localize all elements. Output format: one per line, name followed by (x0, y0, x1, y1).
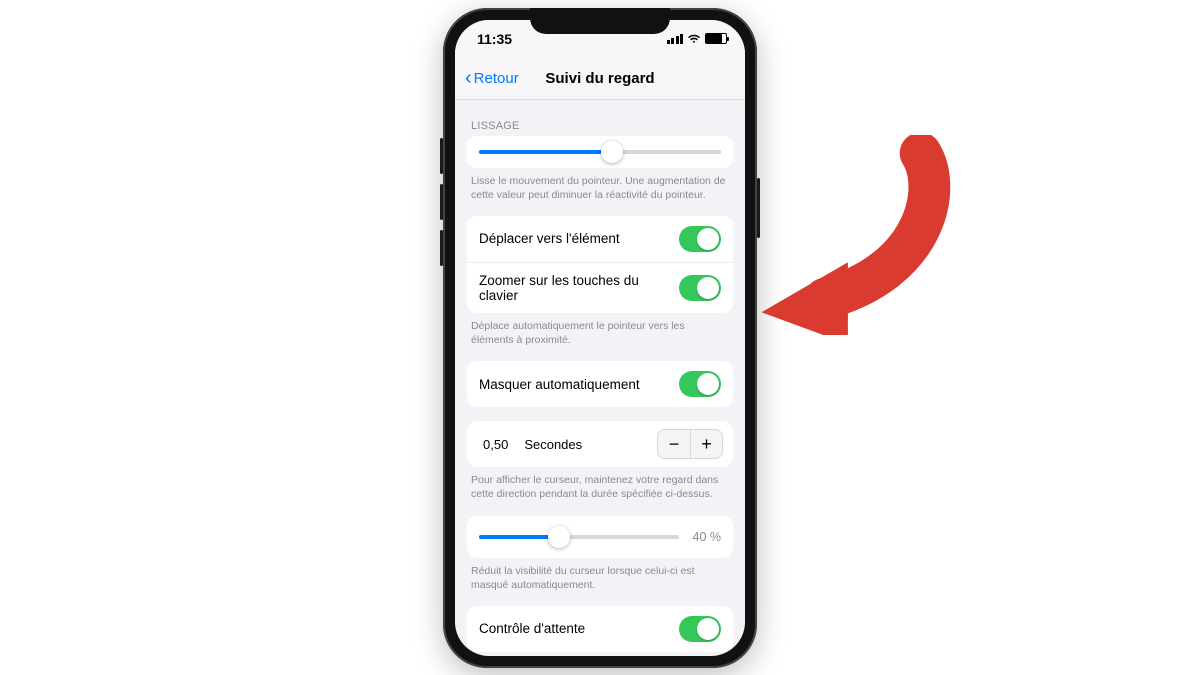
snap-footer: Déplace automatiquement le pointeur vers… (455, 313, 745, 347)
phone-frame: 11:35 ‹ Retour Suivi du regard LISSAGE (443, 8, 757, 668)
dwell-group: Contrôle d'attente (467, 606, 733, 652)
cellular-icon (667, 34, 684, 44)
zoom-keyboard-toggle[interactable] (679, 275, 721, 301)
smoothing-slider[interactable] (479, 150, 721, 154)
smoothing-header: LISSAGE (455, 106, 745, 136)
autohide-group: Masquer automatiquement (467, 361, 733, 407)
row-label: Masquer automatiquement (479, 377, 640, 392)
row-label: Déplacer vers l'élément (479, 231, 620, 246)
row-label: Contrôle d'attente (479, 621, 585, 636)
autohide-toggle[interactable] (679, 371, 721, 397)
back-button[interactable]: ‹ Retour (465, 70, 519, 87)
row-label: Zoomer sur les touches du clavier (479, 273, 679, 303)
status-time: 11:35 (477, 31, 512, 47)
annotation-arrow (752, 135, 962, 335)
zoom-keyboard-row[interactable]: Zoomer sur les touches du clavier (467, 262, 733, 313)
autohide-stepper-group: 0,50 Secondes − + (467, 421, 733, 467)
opacity-value: 40 % (689, 530, 721, 544)
opacity-group: 40 % (467, 516, 733, 558)
wifi-icon (687, 34, 701, 44)
smoothing-footer: Lisse le mouvement du pointeur. Une augm… (455, 168, 745, 202)
opacity-slider[interactable] (479, 535, 679, 539)
snap-group: Déplacer vers l'élément Zoomer sur les t… (467, 216, 733, 313)
snap-to-element-toggle[interactable] (679, 226, 721, 252)
back-label: Retour (474, 70, 519, 87)
snap-to-element-row[interactable]: Déplacer vers l'élément (467, 216, 733, 262)
slider-thumb[interactable] (548, 526, 570, 548)
stepper-plus[interactable]: + (690, 430, 722, 458)
dwell-row[interactable]: Contrôle d'attente (467, 606, 733, 652)
autohide-row[interactable]: Masquer automatiquement (467, 361, 733, 407)
screen: 11:35 ‹ Retour Suivi du regard LISSAGE (455, 20, 745, 656)
notch (530, 8, 670, 34)
stepper-minus[interactable]: − (658, 430, 690, 458)
slider-thumb[interactable] (601, 141, 623, 163)
navbar: ‹ Retour Suivi du regard (455, 58, 745, 100)
autohide-footer2: Réduit la visibilité du curseur lorsque … (455, 558, 745, 592)
dwell-toggle[interactable] (679, 616, 721, 642)
battery-icon (705, 33, 727, 44)
stepper-unit: Secondes (524, 437, 647, 452)
autohide-footer1: Pour afficher le curseur, maintenez votr… (455, 467, 745, 501)
stepper-value: 0,50 (477, 433, 514, 456)
smoothing-group (467, 136, 733, 168)
chevron-left-icon: ‹ (465, 72, 472, 84)
dwell-footer: Avec « Contrôle d'attente », l'action d'… (455, 652, 745, 656)
settings-content: LISSAGE Lisse le mouvement du pointeur. … (455, 100, 745, 656)
stepper: − + (657, 429, 723, 459)
